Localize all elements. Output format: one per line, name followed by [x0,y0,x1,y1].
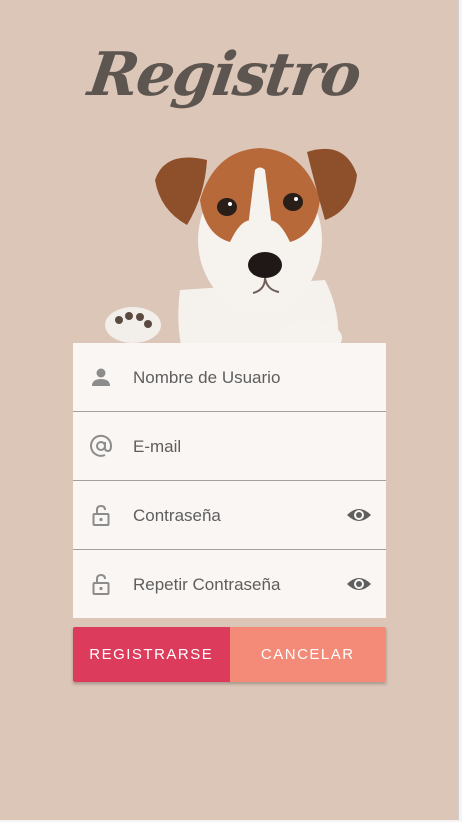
email-row [73,412,386,482]
repeat-password-row [73,550,386,620]
email-input[interactable] [131,412,335,482]
register-form [73,343,386,620]
dog-illustration [105,148,357,360]
page-title: Registro [84,40,364,110]
register-button[interactable]: REGISTRARSE [73,627,230,682]
lock-icon [92,504,110,526]
eye-icon[interactable] [346,572,372,596]
repeat-password-input[interactable] [131,550,335,620]
username-input[interactable] [131,343,335,413]
eye-icon[interactable] [346,503,372,527]
person-icon [92,368,110,386]
cancel-button[interactable]: CANCELAR [229,627,386,682]
password-input[interactable] [131,481,335,551]
username-row [73,343,386,413]
at-icon [90,434,113,457]
register-screen: Registro Nombre de Usuario E-mail REGIST… [0,0,459,820]
password-row [73,481,386,551]
lock-icon [92,573,110,595]
action-buttons: REGISTRARSE CANCELAR [73,627,386,682]
